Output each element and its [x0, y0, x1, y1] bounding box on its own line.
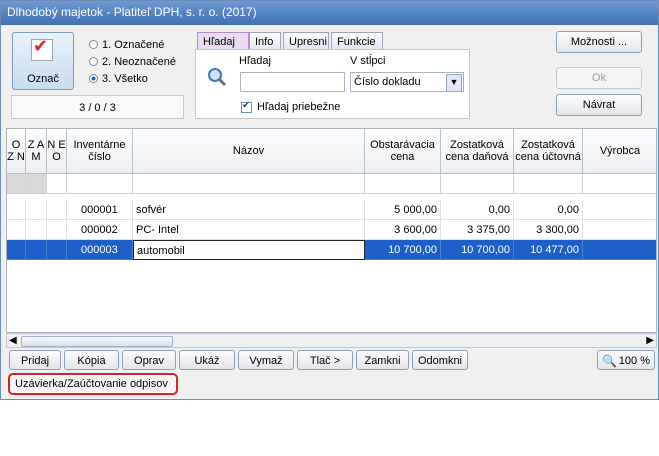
- unlock-button[interactable]: Odomkni: [412, 350, 468, 370]
- table-row[interactable]: 000001 sofvér 5 000,00 0,00 0,00: [7, 200, 656, 220]
- mark-button-label: Označ: [27, 73, 59, 85]
- ok-button[interactable]: Ok: [556, 67, 642, 89]
- table-row[interactable]: 000002 PC- Intel 3 600,00 3 375,00 3 300…: [7, 220, 656, 240]
- title-bar: Dlhodobý majetok - Platiteľ DPH, s. r. o…: [1, 1, 658, 25]
- record-counter: 3 / 0 / 3: [11, 95, 184, 119]
- filter-cell[interactable]: [67, 174, 133, 194]
- radio-unmarked[interactable]: 2. Neoznačené: [89, 56, 176, 68]
- filter-cell[interactable]: [26, 174, 47, 194]
- book-value-cell[interactable]: 0,00: [514, 200, 583, 220]
- inventory-cell[interactable]: 000001: [67, 200, 133, 220]
- scroll-left-icon[interactable]: ◀: [9, 334, 17, 347]
- radio-dot-selected: [89, 74, 98, 83]
- manufacturer-cell[interactable]: [583, 240, 656, 260]
- inventory-cell[interactable]: 000002: [67, 220, 133, 240]
- chevron-down-icon[interactable]: ▼: [446, 74, 462, 92]
- continuous-search-label: Hľadaj priebežne: [257, 101, 341, 113]
- checkmark-icon: [31, 36, 53, 61]
- name-cell[interactable]: PC- Intel: [133, 220, 365, 240]
- cost-cell[interactable]: 3 600,00: [365, 220, 441, 240]
- back-button[interactable]: Návrat: [556, 94, 642, 116]
- zam-cell[interactable]: [26, 220, 47, 240]
- column-label: V stĺpci: [350, 55, 386, 67]
- neo-cell[interactable]: [47, 200, 67, 220]
- ozn-cell[interactable]: [7, 240, 26, 260]
- col-header-zam[interactable]: Z A M: [26, 129, 47, 174]
- col-header-inventory[interactable]: Inventárne číslo: [67, 129, 133, 174]
- scrollbar-thumb[interactable]: [21, 336, 173, 347]
- inventory-cell[interactable]: 000003: [67, 240, 133, 260]
- radio-all[interactable]: 3. Všetko: [89, 73, 148, 85]
- options-button[interactable]: Možnosti ...: [556, 31, 642, 53]
- col-header-name[interactable]: Názov: [133, 129, 365, 174]
- neo-cell[interactable]: [47, 240, 67, 260]
- col-header-neo[interactable]: N E O: [47, 129, 67, 174]
- ozn-cell[interactable]: [7, 200, 26, 220]
- name-cell-editing[interactable]: automobil: [133, 240, 365, 260]
- filter-cell[interactable]: [133, 174, 365, 194]
- book-value-cell[interactable]: 10 477,00: [514, 240, 583, 260]
- column-select-value: Číslo dokladu: [354, 76, 421, 88]
- filter-cell[interactable]: [583, 174, 656, 194]
- lock-button[interactable]: Zamkni: [356, 350, 409, 370]
- tax-value-cell[interactable]: 10 700,00: [441, 240, 514, 260]
- neo-cell[interactable]: [47, 220, 67, 240]
- tax-value-cell[interactable]: 3 375,00: [441, 220, 514, 240]
- copy-button[interactable]: Kópia: [64, 350, 119, 370]
- zoom-value: 100 %: [618, 355, 650, 367]
- edit-button[interactable]: Oprav: [122, 350, 176, 370]
- filter-cell[interactable]: [365, 174, 441, 194]
- filter-cell[interactable]: [47, 174, 67, 194]
- radio-marked[interactable]: 1. Označené: [89, 39, 164, 51]
- cost-cell[interactable]: 5 000,00: [365, 200, 441, 220]
- filter-cell[interactable]: [7, 174, 26, 194]
- search-icon: [208, 68, 227, 87]
- tax-value-cell[interactable]: 0,00: [441, 200, 514, 220]
- view-button[interactable]: Ukáž: [179, 350, 235, 370]
- manufacturer-cell[interactable]: [583, 220, 656, 240]
- zoom-button[interactable]: 🔍 100 %: [597, 350, 655, 370]
- radio-dot: [89, 57, 98, 66]
- horizontal-scrollbar[interactable]: ◀ ▶: [6, 333, 657, 348]
- column-select[interactable]: Číslo dokladu ▼: [350, 72, 464, 92]
- filter-cell[interactable]: [441, 174, 514, 194]
- tab-refine[interactable]: Upresni: [283, 32, 329, 50]
- print-button[interactable]: Tlač >: [297, 350, 353, 370]
- col-header-ozn[interactable]: O Z N: [7, 129, 26, 174]
- radio-label: 2. Neoznačené: [102, 56, 176, 68]
- ozn-cell[interactable]: [7, 220, 26, 240]
- tab-search[interactable]: Hľadaj: [197, 32, 249, 50]
- radio-label: 3. Všetko: [102, 73, 148, 85]
- col-header-cost[interactable]: Obstarávacia cena: [365, 129, 441, 174]
- scroll-right-icon[interactable]: ▶: [646, 334, 654, 347]
- radio-dot: [89, 40, 98, 49]
- name-cell[interactable]: sofvér: [133, 200, 365, 220]
- search-label: Hľadaj: [239, 55, 271, 67]
- assets-table: O Z N Z A M N E O Inventárne číslo Názov…: [6, 128, 657, 333]
- window-title: Dlhodobý majetok - Platiteľ DPH, s. r. o…: [7, 5, 257, 19]
- main-window: Dlhodobý majetok - Platiteľ DPH, s. r. o…: [0, 0, 659, 400]
- continuous-search-checkbox[interactable]: [241, 100, 252, 113]
- mark-button[interactable]: Označ: [12, 32, 74, 90]
- delete-button[interactable]: Vymaž: [238, 350, 294, 370]
- zam-cell[interactable]: [26, 200, 47, 220]
- search-input[interactable]: [240, 72, 345, 92]
- col-header-tax-value[interactable]: Zostatková cena daňová: [441, 129, 514, 174]
- col-header-manufacturer[interactable]: Výrobca: [583, 129, 656, 174]
- filter-cell[interactable]: [514, 174, 583, 194]
- zoom-icon: 🔍: [602, 354, 617, 368]
- closing-postings-button[interactable]: Uzávierka/Zaúčtovanie odpisov: [8, 373, 178, 395]
- add-button[interactable]: Pridaj: [9, 350, 61, 370]
- book-value-cell[interactable]: 3 300,00: [514, 220, 583, 240]
- radio-label: 1. Označené: [102, 39, 165, 51]
- tab-functions[interactable]: Funkcie: [331, 32, 383, 50]
- cost-cell[interactable]: 10 700,00: [365, 240, 441, 260]
- table-row-selected[interactable]: 000003 automobil 10 700,00 10 700,00 10 …: [7, 240, 656, 260]
- zam-cell[interactable]: [26, 240, 47, 260]
- manufacturer-cell[interactable]: [583, 200, 656, 220]
- tab-info[interactable]: Info: [249, 32, 281, 50]
- col-header-book-value[interactable]: Zostatková cena účtovná: [514, 129, 583, 174]
